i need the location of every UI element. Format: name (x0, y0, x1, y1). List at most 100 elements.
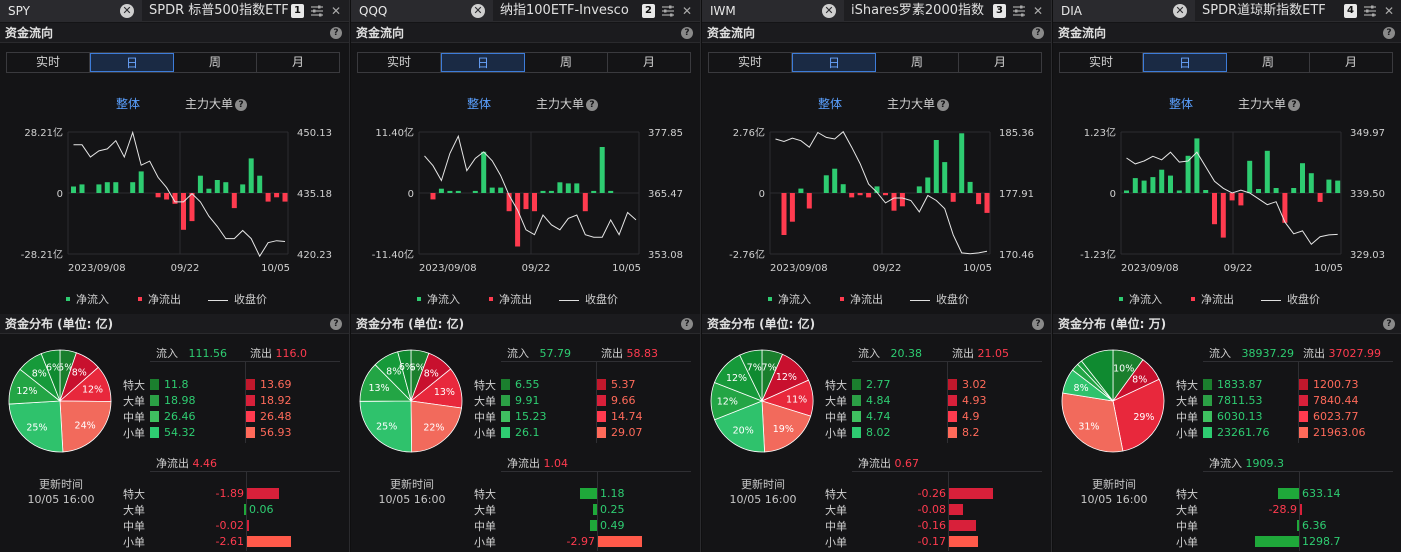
clear-ticker-icon[interactable]: ✕ (822, 4, 836, 18)
in-value: 9.91 (515, 394, 540, 407)
settings-sliders-icon[interactable] (310, 3, 324, 19)
period-tab-1[interactable]: 日 (90, 53, 174, 72)
period-segmented-control: 实时日周月 (6, 52, 340, 73)
mode-overall-tab[interactable]: 整体 (116, 95, 140, 112)
settings-sliders-icon[interactable] (1363, 3, 1377, 19)
inflow-bar (916, 186, 922, 193)
outflow-bar (1238, 193, 1244, 206)
period-tab-3[interactable]: 月 (1310, 53, 1392, 72)
chart-legend: 净流入 净流出 收盘价 (702, 291, 1051, 306)
period-tab-2[interactable]: 周 (1227, 53, 1310, 72)
ticker-tab[interactable]: IWM ✕ (702, 0, 844, 22)
period-tab-3[interactable]: 月 (257, 53, 339, 72)
period-tab-2[interactable]: 周 (525, 53, 608, 72)
in-value: 4.74 (866, 410, 891, 423)
outflow-bar (532, 193, 537, 212)
help-icon[interactable]: ? (1032, 318, 1044, 330)
inflow-bar (1256, 189, 1261, 193)
ticker-tab[interactable]: SPY ✕ (0, 0, 142, 22)
flow-section-title: 资金流向 (5, 26, 54, 40)
help-icon[interactable]: ? (330, 27, 342, 39)
close-panel-icon[interactable]: ✕ (682, 0, 692, 22)
period-tab-3[interactable]: 月 (608, 53, 690, 72)
help-icon[interactable]: ? (681, 27, 693, 39)
x-tick: 2023/09/08 (1121, 263, 1179, 274)
net-value-1: 0.06 (249, 503, 274, 516)
help-icon[interactable]: ? (1288, 99, 1301, 111)
period-tab-2[interactable]: 周 (876, 53, 959, 72)
outflow-bar (231, 193, 237, 209)
mode-overall-tab[interactable]: 整体 (1169, 95, 1193, 112)
help-icon[interactable]: ? (1032, 27, 1044, 39)
distribution-section-header: 资金分布 (单位: 亿) ? (0, 314, 349, 334)
settings-sliders-icon[interactable] (1012, 3, 1026, 19)
period-tab-0[interactable]: 实时 (358, 53, 441, 72)
help-icon[interactable]: ? (681, 318, 693, 330)
net-flow-total: 净流入 1909.3 (1209, 457, 1284, 470)
help-icon[interactable]: ? (1383, 27, 1395, 39)
period-tab-2[interactable]: 周 (174, 53, 257, 72)
out-cell-0: 5.37 (597, 377, 691, 392)
period-tab-0[interactable]: 实时 (1060, 53, 1143, 72)
ticker-tab[interactable]: QQQ ✕ (351, 0, 493, 22)
in-value: 6.55 (515, 378, 540, 391)
ticker-tab[interactable]: DIA ✕ (1053, 0, 1195, 22)
row-label-0: 特大 (825, 379, 847, 392)
ticker-label: DIA (1061, 4, 1082, 18)
net-value-0: 633.14 (1302, 487, 1341, 500)
in-size-swatch (852, 379, 861, 390)
inflow-bar (1335, 180, 1341, 193)
net-row-label-2: 中单 (123, 520, 145, 533)
close-panel-icon[interactable]: ✕ (1384, 0, 1394, 22)
ticker-label: QQQ (359, 4, 388, 18)
close-panel-icon[interactable]: ✕ (1033, 0, 1043, 22)
period-tab-1[interactable]: 日 (1143, 53, 1227, 72)
out-size-swatch (246, 395, 255, 406)
row-label-0: 特大 (123, 379, 145, 392)
period-tab-3[interactable]: 月 (959, 53, 1041, 72)
outflow-bar (155, 193, 161, 198)
y-left-tick: 0 (1110, 189, 1116, 200)
period-tab-0[interactable]: 实时 (7, 53, 90, 72)
clear-ticker-icon[interactable]: ✕ (471, 4, 485, 18)
period-tab-1[interactable]: 日 (441, 53, 525, 72)
help-icon[interactable]: ? (330, 318, 342, 330)
period-tab-1[interactable]: 日 (792, 53, 876, 72)
net-flow-total: 净流出 0.67 (858, 457, 919, 470)
help-icon[interactable]: ? (1383, 318, 1395, 330)
mode-main-large-tab[interactable]: 主力大单? (887, 95, 950, 112)
fund-distribution-pie: 7%12%11%19%20%12%12%7% (710, 349, 814, 453)
mode-main-large-tab[interactable]: 主力大单? (1238, 95, 1301, 112)
mode-overall-tab[interactable]: 整体 (818, 95, 842, 112)
help-icon[interactable]: ? (586, 99, 599, 111)
out-value: 9.66 (611, 394, 636, 407)
y-right-tick: 353.08 (648, 250, 683, 261)
inflow-bar (925, 177, 931, 193)
clear-ticker-icon[interactable]: ✕ (1173, 4, 1187, 18)
mode-overall-tab[interactable]: 整体 (467, 95, 491, 112)
pie-slice-label: 31% (1078, 422, 1099, 433)
net-row-label-1: 大单 (1176, 504, 1198, 517)
mode-main-large-tab[interactable]: 主力大单? (185, 95, 248, 112)
help-icon[interactable]: ? (937, 99, 950, 111)
mode-main-label: 主力大单 (1238, 97, 1287, 111)
y-left-tick: -1.23亿 (1080, 248, 1116, 261)
outflow-bar (866, 193, 872, 198)
close-panel-icon[interactable]: ✕ (331, 0, 341, 22)
net-inflow-bar (1297, 520, 1299, 531)
inflow-bar (1194, 138, 1200, 193)
inflow-bar (942, 162, 948, 193)
net-value-3: 1298.7 (1302, 535, 1341, 548)
out-value: 18.92 (260, 394, 292, 407)
ticker-label: IWM (710, 4, 736, 18)
legend-inflow: 净流入 (66, 291, 109, 307)
period-tab-0[interactable]: 实时 (709, 53, 792, 72)
in-cell-3: 26.1 (501, 425, 595, 440)
help-icon[interactable]: ? (235, 99, 248, 111)
legend-outflow: 净流出 (1191, 291, 1234, 307)
settings-sliders-icon[interactable] (661, 3, 675, 19)
y-right-tick: 377.85 (648, 128, 683, 139)
clear-ticker-icon[interactable]: ✕ (120, 4, 134, 18)
net-row-label-3: 小单 (825, 536, 847, 549)
mode-main-large-tab[interactable]: 主力大单? (536, 95, 599, 112)
